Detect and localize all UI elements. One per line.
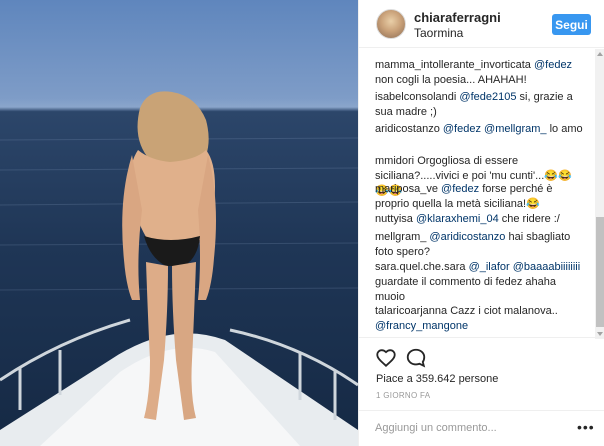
- comment-mention[interactable]: @_ilafor @baaaabiiiiiiii: [469, 261, 581, 273]
- comment-text: guardate il commento di fedez ahaha muoi…: [375, 276, 557, 303]
- comment-user[interactable]: aridicostanzo: [375, 123, 440, 135]
- list-item: talaricoarjanna Cazz i ciot malanova.. @…: [375, 304, 585, 334]
- post-photo[interactable]: [0, 0, 358, 446]
- comment-user[interactable]: mellgram_: [375, 231, 426, 243]
- scrollbar-thumb[interactable]: [596, 217, 604, 327]
- comment-mention[interactable]: @francy_mangone: [375, 320, 468, 332]
- comment-user[interactable]: mariposa_ve: [375, 183, 438, 195]
- post-sidebar: chiaraferragni Taormina Segui mamma_into…: [358, 0, 604, 446]
- comment-input[interactable]: [375, 419, 555, 437]
- scroll-up-arrow-icon[interactable]: [595, 49, 604, 59]
- list-item: nuttyisa @klaraxhemi_04 che ridere :/: [375, 212, 585, 227]
- more-options-icon[interactable]: •••: [577, 420, 595, 434]
- list-item: mariposa_ve @fedez forse perché è propri…: [375, 182, 585, 212]
- comment-user[interactable]: mamma_intollerante_invorticata: [375, 59, 531, 71]
- avatar[interactable]: [376, 9, 406, 39]
- list-item: sara.quel.che.sara @_ilafor @baaaabiiiii…: [375, 260, 585, 305]
- likes-count[interactable]: Piace a 359.642 persone: [376, 373, 498, 385]
- photo-scene: [0, 91, 358, 446]
- comment-mention[interactable]: @fede2105: [459, 91, 516, 103]
- comment-text: Cazz i ciot malanova..: [450, 305, 558, 317]
- comment-text: non cogli la poesia... AHAHAH!: [375, 74, 527, 86]
- comment-mention[interactable]: @klaraxhemi_04: [416, 213, 499, 225]
- comment-mention[interactable]: @aridicostanzo: [429, 231, 505, 243]
- list-item: mamma_intollerante_invorticata @fedez no…: [375, 58, 585, 88]
- comment-mention[interactable]: @fedez: [534, 59, 572, 71]
- comments-list: mamma_intollerante_invorticata @fedez no…: [359, 54, 591, 334]
- post-actions: Piace a 359.642 persone 1 GIORNO FA •••: [359, 337, 604, 445]
- username[interactable]: chiaraferragni: [414, 10, 501, 25]
- comment-user[interactable]: talaricoarjanna: [375, 305, 447, 317]
- comment-user[interactable]: mmidori: [375, 155, 414, 167]
- post-timestamp: 1 GIORNO FA: [376, 391, 431, 400]
- location[interactable]: Taormina: [414, 26, 463, 40]
- heart-icon[interactable]: [375, 347, 397, 369]
- comment-user[interactable]: isabelconsolandi: [375, 91, 456, 103]
- comment-text: lo amo: [549, 123, 583, 135]
- comment-bubble-icon[interactable]: [405, 347, 427, 369]
- comment-user[interactable]: nuttyisa: [375, 213, 413, 225]
- comment-mention[interactable]: @fedez @mellgram_: [443, 123, 547, 135]
- comments-scrollbar[interactable]: [595, 49, 604, 339]
- list-item: mellgram_ @aridicostanzo hai sbagliato f…: [375, 230, 585, 260]
- list-item: isabelconsolandi @fede2105 si, grazie a …: [375, 90, 585, 120]
- post-header: chiaraferragni Taormina Segui: [359, 0, 604, 48]
- comment-mention[interactable]: @fedez: [441, 183, 479, 195]
- comment-text: che ridere :/: [501, 213, 560, 225]
- list-item: aridicostanzo @fedez @mellgram_ lo amo: [375, 122, 585, 137]
- add-comment-bar: •••: [359, 410, 604, 446]
- comment-user[interactable]: sara.quel.che.sara: [375, 261, 466, 273]
- follow-button[interactable]: Segui: [552, 14, 591, 35]
